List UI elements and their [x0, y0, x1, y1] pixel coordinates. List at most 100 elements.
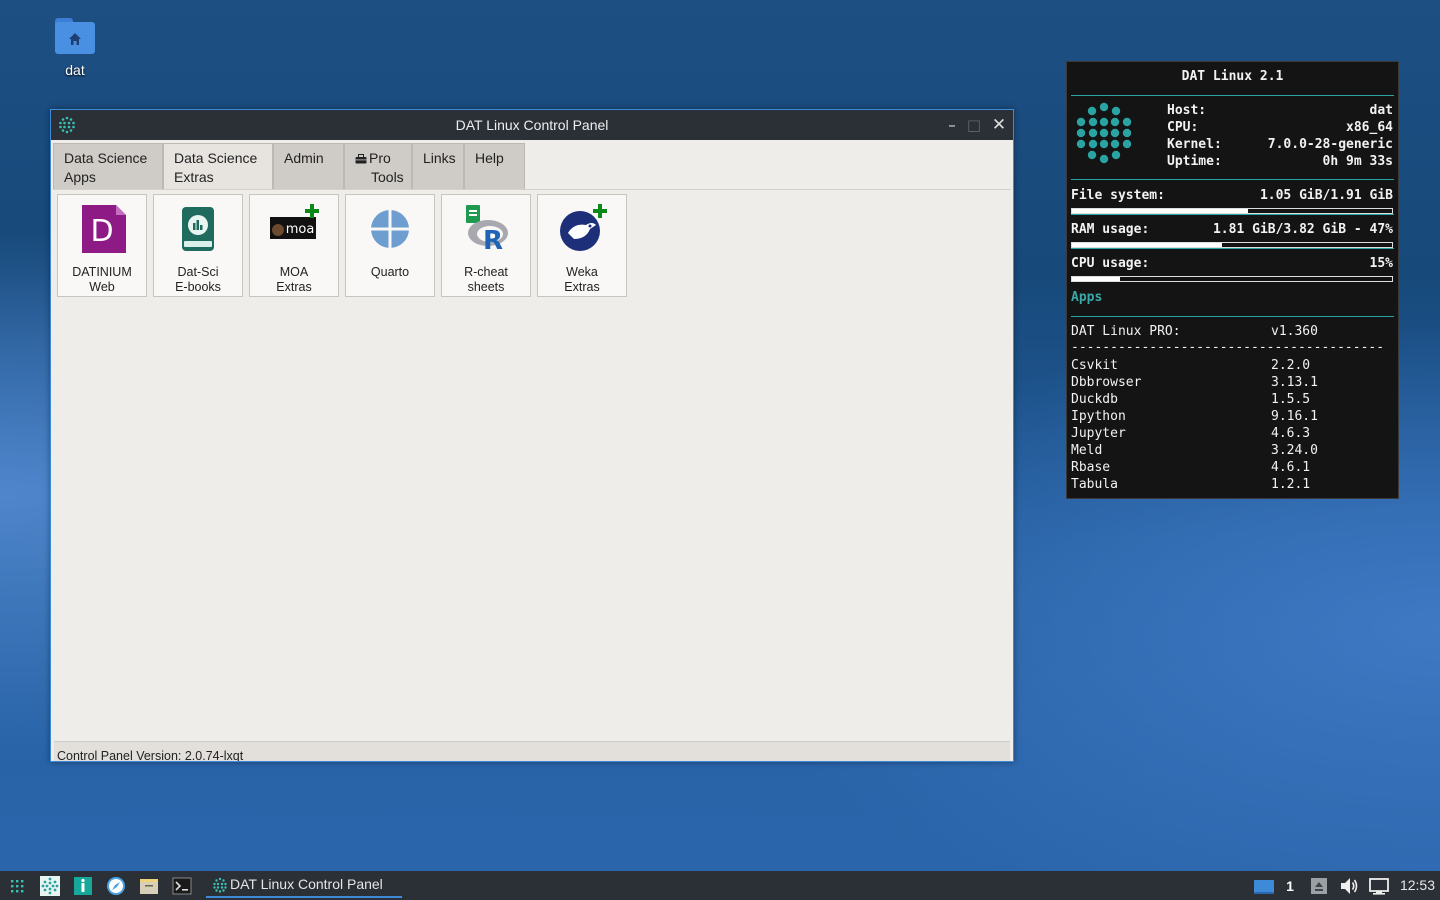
ram-bar-fill: [1072, 243, 1223, 247]
app-version: 4.6.3: [1271, 426, 1311, 441]
datinium-icon: D: [82, 205, 126, 253]
desktop-icon-home[interactable]: dat: [44, 14, 106, 78]
metric-label: File system:: [1071, 188, 1165, 203]
info-value: 7.0.0-28-generic: [1267, 137, 1393, 152]
app-name: Rbase: [1071, 460, 1111, 475]
tile-dat-sci-ebooks[interactable]: Dat-Sci E-books: [153, 194, 243, 297]
r-cheatsheet-icon: R: [466, 205, 508, 256]
app-version-row: Meld 3.24.0: [1071, 443, 1393, 460]
window-title: DAT Linux Control Panel: [455, 117, 609, 133]
app-version: 2.2.0: [1271, 358, 1311, 373]
info-key: Uptime:: [1167, 154, 1222, 169]
workspace-switcher[interactable]: 1: [1280, 875, 1300, 897]
terminal-icon[interactable]: [171, 875, 193, 897]
tab-help[interactable]: Help: [464, 143, 525, 189]
dash-separator: ----------------------------------------: [1071, 340, 1385, 355]
pro-version-row: DAT Linux PRO: v1.360: [1071, 324, 1393, 341]
close-button[interactable]: ✕: [988, 114, 1010, 136]
app-version-row: Rbase 4.6.1: [1071, 460, 1393, 477]
divider: [1071, 179, 1394, 180]
info-key: Kernel:: [1167, 137, 1222, 152]
task-label: DAT Linux Control Panel: [230, 876, 383, 892]
system-monitor-widget: DAT Linux 2.1 Host: dat CPU: x86_64 Kernel…: [1066, 61, 1399, 499]
tab-data-science-extras[interactable]: Data Science Extras: [163, 143, 273, 189]
tile-label: R-cheat: [464, 265, 508, 279]
app-version-row: Tabula 1.2.1: [1071, 477, 1393, 494]
tab-label: Pro: [369, 150, 391, 166]
tile-label: Weka: [566, 265, 598, 279]
show-desktop-icon[interactable]: [1253, 875, 1275, 897]
tab-label: Admin: [284, 150, 324, 166]
network-icon[interactable]: [1368, 875, 1390, 897]
app-version-row: Dbbrowser 3.13.1: [1071, 375, 1393, 392]
tab-divider: [53, 189, 1011, 190]
tile-r-cheat-sheets[interactable]: R R-cheat sheets: [441, 194, 531, 297]
tile-label: E-books: [175, 280, 221, 294]
cpu-usage: CPU usage: 15%: [1071, 256, 1393, 273]
toolbox-icon: [355, 154, 367, 164]
tab-data-science-apps[interactable]: Data Science Apps: [53, 143, 163, 189]
ebook-icon: [182, 207, 214, 251]
app-version-row: Duckdb 1.5.5: [1071, 392, 1393, 409]
maximize-button[interactable]: □: [963, 114, 985, 136]
metric-label: RAM usage:: [1071, 222, 1150, 237]
tab-label: Extras: [174, 169, 214, 185]
app-name: Csvkit: [1071, 358, 1118, 373]
app-name: Tabula: [1071, 477, 1118, 492]
tile-moa-extras[interactable]: moa MOA Extras: [249, 194, 339, 297]
tile-datinium-web[interactable]: D DATINIUM Web: [57, 194, 147, 297]
app-version: 1.5.5: [1271, 392, 1311, 407]
app-name: Duckdb: [1071, 392, 1118, 407]
app-name: Dbbrowser: [1071, 375, 1142, 390]
volume-icon[interactable]: [1338, 875, 1360, 897]
removable-media-icon[interactable]: [1309, 875, 1329, 897]
taskbar: DAT Linux Control Panel 1 12:53: [0, 871, 1440, 900]
text-editor-icon[interactable]: [72, 875, 94, 897]
app-version: 3.13.1: [1271, 375, 1318, 390]
tile-quarto[interactable]: Quarto: [345, 194, 435, 297]
browser-icon[interactable]: [105, 875, 127, 897]
tab-admin[interactable]: Admin: [273, 143, 344, 189]
tab-links[interactable]: Links: [412, 143, 464, 189]
info-key: Host:: [1167, 103, 1207, 118]
minimize-button[interactable]: –: [941, 114, 963, 136]
ram-usage: RAM usage: 1.81 GiB/3.82 GiB - 47%: [1071, 222, 1393, 239]
tile-label: sheets: [467, 280, 505, 294]
desktop-icon-label: dat: [65, 62, 85, 78]
metric-label: CPU usage:: [1071, 256, 1150, 271]
svg-text:moa: moa: [286, 222, 315, 237]
tile-label: Extras: [564, 280, 600, 294]
tab-label: Data Science: [174, 150, 258, 166]
monitor-title: DAT Linux 2.1: [1181, 69, 1284, 84]
tab-pro-tools[interactable]: Pro Tools: [344, 143, 412, 189]
moa-icon: moa: [270, 204, 319, 239]
apps-heading: Apps: [1071, 290, 1103, 305]
clock[interactable]: 12:53: [1400, 871, 1435, 900]
tab-label: Apps: [64, 169, 96, 185]
app-name: Ipython: [1071, 409, 1126, 424]
app-version-row: Ipython 9.16.1: [1071, 409, 1393, 426]
info-host: Host: dat: [1167, 103, 1393, 120]
control-panel-icon: [213, 877, 227, 893]
app-menu-icon[interactable]: [6, 875, 28, 897]
tab-content-panel: D DATINIUM Web Dat-Sci E-books moa MOA E…: [54, 191, 1011, 739]
app-version: 9.16.1: [1271, 409, 1318, 424]
app-version: 4.6.1: [1271, 460, 1311, 475]
control-panel-icon[interactable]: [39, 875, 61, 897]
divider: [1071, 214, 1394, 215]
status-bar: Control Panel Version: 2.0.74-lxqt: [54, 741, 1010, 761]
app-version: 3.24.0: [1271, 443, 1318, 458]
tile-weka-extras[interactable]: Weka Extras: [537, 194, 627, 297]
app-version-row: Jupyter 4.6.3: [1071, 426, 1393, 443]
file-manager-icon[interactable]: [138, 875, 160, 897]
control-panel-window: DAT Linux Control Panel – □ ✕ Data Scien…: [50, 109, 1014, 762]
app-version: 1.2.1: [1271, 477, 1311, 492]
taskbar-task-control-panel[interactable]: DAT Linux Control Panel: [206, 873, 402, 898]
tile-label: DATINIUM: [72, 265, 132, 279]
app-name: Meld: [1071, 443, 1103, 458]
cpu-bar-fill: [1072, 277, 1120, 281]
info-value: 0h 9m 33s: [1322, 154, 1393, 169]
window-titlebar[interactable]: DAT Linux Control Panel – □ ✕: [51, 110, 1013, 140]
tab-label: Help: [475, 150, 504, 166]
tile-label: MOA: [279, 265, 309, 279]
